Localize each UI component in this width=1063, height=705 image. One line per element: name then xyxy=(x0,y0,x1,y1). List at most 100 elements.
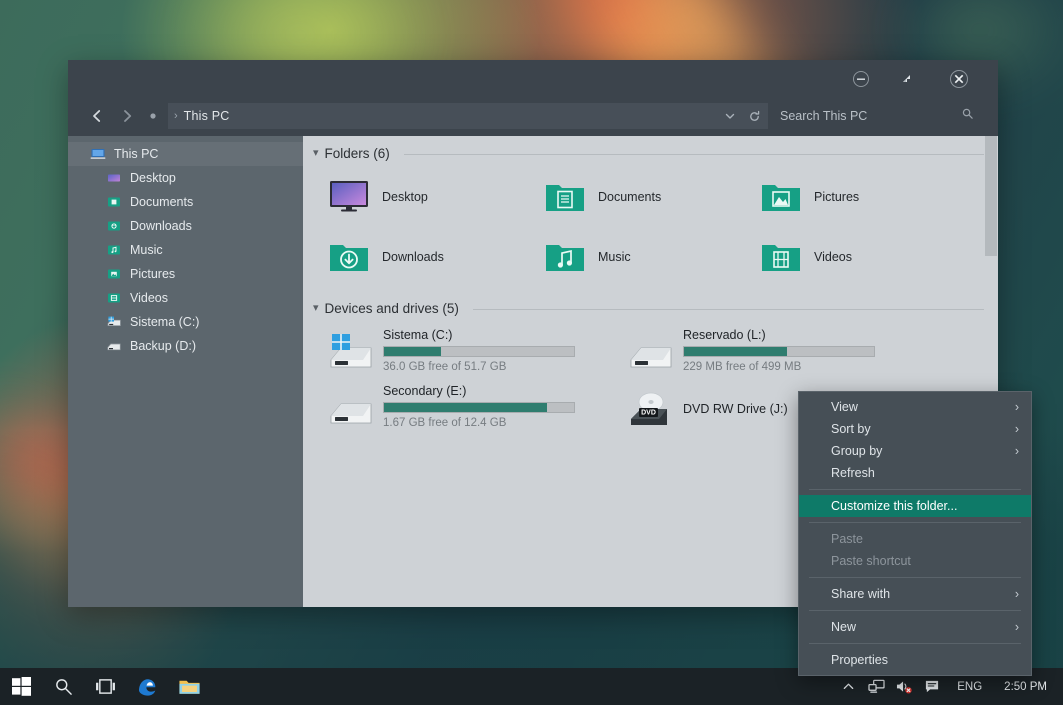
documents-folder-icon xyxy=(543,177,587,217)
sidebar-item-label: Pictures xyxy=(130,267,175,281)
up-icon[interactable] xyxy=(144,103,162,129)
drive-item-reservado-l[interactable]: Reservado (L:) 229 MB free of 499 MB xyxy=(613,322,913,378)
drive-name: Sistema (C:) xyxy=(383,328,575,342)
file-explorer-button[interactable] xyxy=(168,668,210,705)
folders-group-header[interactable]: ▾ Folders (6) xyxy=(313,146,984,161)
folder-item-videos[interactable]: Videos xyxy=(745,227,961,287)
drive-free-space: 36.0 GB free of 51.7 GB xyxy=(383,361,575,373)
sidebar-item-documents[interactable]: Documents xyxy=(68,190,303,214)
sidebar-item-music[interactable]: Music xyxy=(68,238,303,262)
sidebar-item-downloads[interactable]: Downloads xyxy=(68,214,303,238)
sidebar-item-desktop[interactable]: Desktop xyxy=(68,166,303,190)
sidebar-item-label: Music xyxy=(130,243,163,257)
start-button[interactable] xyxy=(0,668,42,705)
minimize-button[interactable] xyxy=(846,68,876,90)
monitor-icon xyxy=(327,177,371,217)
address-bar[interactable]: › This PC xyxy=(168,103,768,129)
chevron-right-icon: › xyxy=(1015,620,1019,634)
back-icon[interactable] xyxy=(84,103,110,129)
sidebar-item-videos[interactable]: Videos xyxy=(68,286,303,310)
sidebar-item-label: Videos xyxy=(130,291,168,305)
drive-item-secondary-e[interactable]: Secondary (E:) 1.67 GB free of 12.4 GB xyxy=(313,378,613,434)
edge-icon xyxy=(136,676,158,698)
folder-item-pictures[interactable]: Pictures xyxy=(745,167,961,227)
action-center-icon xyxy=(924,679,940,694)
search-icon xyxy=(54,677,73,696)
chevron-right-icon: › xyxy=(1015,422,1019,436)
context-menu-item-share-with[interactable]: Share with › xyxy=(799,583,1031,605)
windows-logo-icon xyxy=(12,677,31,696)
context-menu-item-label: Paste shortcut xyxy=(831,554,911,568)
drive-icon xyxy=(106,338,122,354)
sidebar-item-pictures[interactable]: Pictures xyxy=(68,262,303,286)
sidebar-item-sistema-c[interactable]: Sistema (C:) xyxy=(68,310,303,334)
chevron-right-icon: › xyxy=(1015,444,1019,458)
restore-button[interactable] xyxy=(892,68,922,90)
drive-name: Secondary (E:) xyxy=(383,384,575,398)
svg-text:DVD: DVD xyxy=(641,410,656,417)
capacity-bar-fill xyxy=(684,347,787,356)
sidebar-item-backup-d[interactable]: Backup (D:) xyxy=(68,334,303,358)
context-menu-item-sort-by[interactable]: Sort by › xyxy=(799,418,1031,440)
chevron-down-icon[interactable]: ▾ xyxy=(313,148,319,159)
context-menu-item-paste-shortcut: Paste shortcut xyxy=(799,550,1031,572)
scrollbar-thumb[interactable] xyxy=(985,136,997,256)
window-titlebar[interactable] xyxy=(68,60,998,96)
sidebar-item-label: Backup (D:) xyxy=(130,339,196,353)
context-menu-item-new[interactable]: New › xyxy=(799,616,1031,638)
drive-item-sistema-c[interactable]: Sistema (C:) 36.0 GB free of 51.7 GB xyxy=(313,322,613,378)
search-icon[interactable] xyxy=(961,107,974,125)
edge-button[interactable] xyxy=(126,668,168,705)
chevron-right-icon: › xyxy=(1015,587,1019,601)
context-menu-separator xyxy=(809,643,1021,644)
search-box[interactable] xyxy=(778,103,978,129)
folder-item-desktop[interactable]: Desktop xyxy=(313,167,529,227)
chevron-down-icon[interactable] xyxy=(722,108,738,124)
context-menu-item-label: Paste xyxy=(831,532,863,546)
context-menu-item-paste: Paste xyxy=(799,528,1031,550)
folders-group-title: Folders (6) xyxy=(325,146,390,161)
music-folder-icon xyxy=(543,237,587,277)
refresh-icon[interactable] xyxy=(746,108,762,124)
forward-icon[interactable] xyxy=(114,103,140,129)
context-menu-item-group-by[interactable]: Group by › xyxy=(799,440,1031,462)
sidebar-item-label: Desktop xyxy=(130,171,176,185)
file-explorer-icon xyxy=(178,677,201,697)
chevron-down-icon[interactable]: ▾ xyxy=(313,303,319,314)
dvd-drive-icon: DVD xyxy=(627,388,673,432)
context-menu-item-customize-this-folder[interactable]: Customize this folder... xyxy=(799,495,1031,517)
context-menu-item-refresh[interactable]: Refresh xyxy=(799,462,1031,484)
folder-item-music[interactable]: Music xyxy=(529,227,745,287)
task-view-button[interactable] xyxy=(84,668,126,705)
context-menu-item-label: Sort by xyxy=(831,422,871,436)
sidebar-item-this-pc[interactable]: This PC xyxy=(68,142,303,166)
drive-name: DVD RW Drive (J:) xyxy=(683,402,788,416)
pc-icon xyxy=(90,146,106,162)
folders-grid: Desktop Documents xyxy=(313,167,984,287)
navigation-bar: › This PC xyxy=(68,96,998,136)
downloads-folder-icon xyxy=(327,237,371,277)
context-menu-item-properties[interactable]: Properties xyxy=(799,649,1031,671)
folder-item-downloads[interactable]: Downloads xyxy=(313,227,529,287)
context-menu-separator xyxy=(809,489,1021,490)
folder-item-documents[interactable]: Documents xyxy=(529,167,745,227)
chevron-right-icon: › xyxy=(1015,400,1019,414)
folder-item-label: Videos xyxy=(814,250,852,264)
search-input[interactable] xyxy=(778,109,978,123)
context-menu-item-label: New xyxy=(831,620,856,634)
context-menu-item-view[interactable]: View › xyxy=(799,396,1031,418)
desktop-icon xyxy=(106,170,122,186)
drive-icon xyxy=(627,330,673,374)
sidebar-item-label: Documents xyxy=(130,195,193,209)
context-menu-separator xyxy=(809,610,1021,611)
context-menu-item-label: View xyxy=(831,400,858,414)
drives-group-header[interactable]: ▾ Devices and drives (5) xyxy=(313,301,984,316)
capacity-bar xyxy=(683,346,875,357)
breadcrumb-separator-icon: › xyxy=(174,110,178,122)
close-button[interactable] xyxy=(944,68,974,90)
breadcrumb[interactable]: This PC xyxy=(184,109,230,123)
search-button[interactable] xyxy=(42,668,84,705)
context-menu-separator xyxy=(809,577,1021,578)
pictures-icon xyxy=(106,266,122,282)
folder-item-label: Music xyxy=(598,250,631,264)
